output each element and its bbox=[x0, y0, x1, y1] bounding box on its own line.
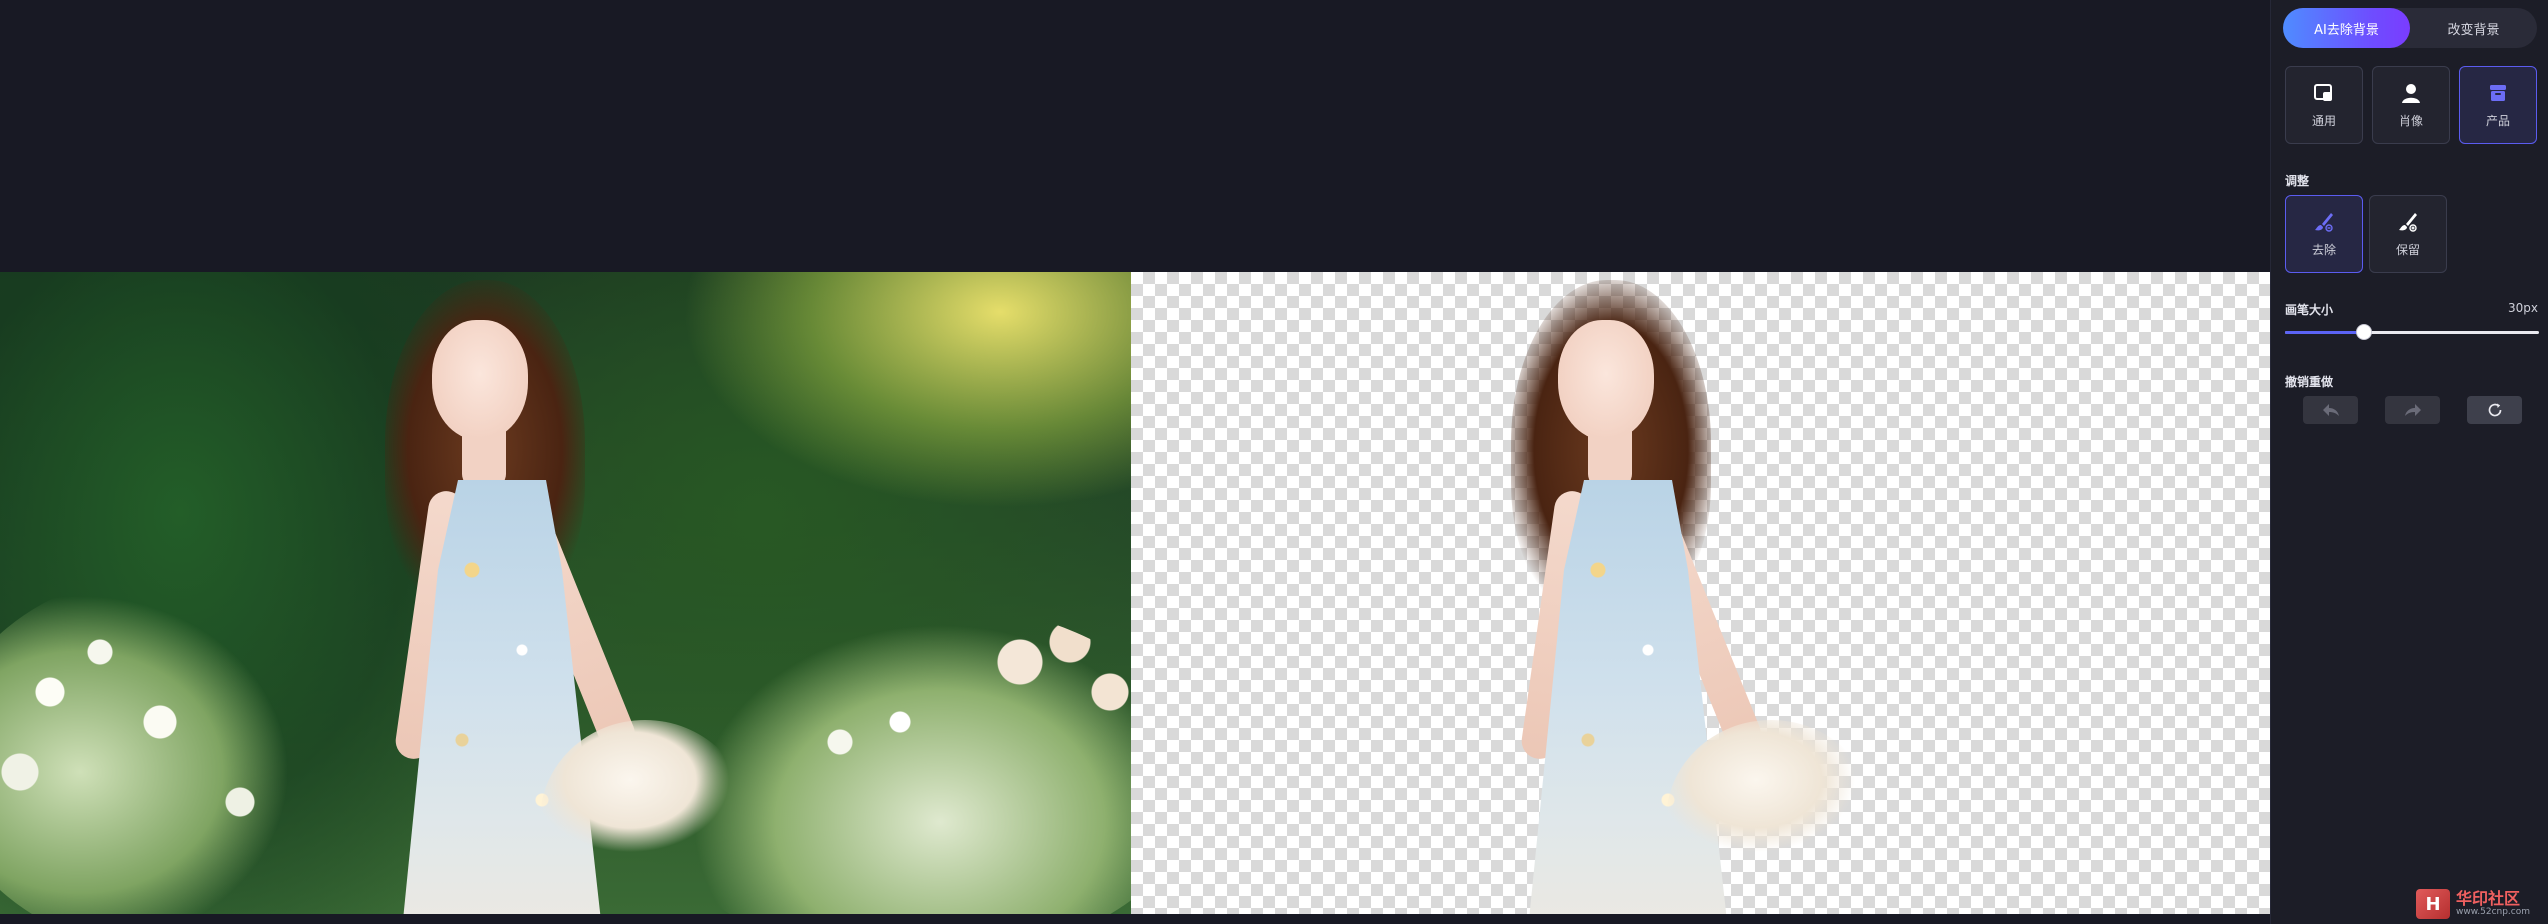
result-image-transparent[interactable] bbox=[1131, 272, 2270, 914]
brush-keep-icon bbox=[2399, 212, 2417, 232]
site-watermark: H 华印社区 www.52cnp.com bbox=[2416, 884, 2548, 924]
skirt-flare bbox=[1666, 720, 1876, 914]
product-icon bbox=[2490, 84, 2506, 101]
canvas-bottom-strip bbox=[0, 914, 2270, 924]
face bbox=[432, 320, 528, 440]
brush-size-slider[interactable] bbox=[2285, 325, 2539, 339]
image-general-icon bbox=[2314, 83, 2332, 101]
mode-portrait-label: 肖像 bbox=[2398, 113, 2423, 128]
brush-erase-button[interactable]: 去除 bbox=[2285, 195, 2363, 273]
slider-thumb[interactable] bbox=[2357, 325, 2371, 339]
brush-erase-label: 去除 bbox=[2311, 242, 2336, 257]
undo-button[interactable] bbox=[2303, 396, 2358, 424]
watermark-title: 华印社区 bbox=[2456, 889, 2521, 909]
face bbox=[1558, 320, 1654, 440]
mode-general-label: 通用 bbox=[2311, 113, 2336, 128]
brush-keep-label: 保留 bbox=[2395, 242, 2420, 257]
slider-fill bbox=[2285, 331, 2364, 334]
canvas-area bbox=[0, 0, 2270, 924]
watermark-text: 华印社区 www.52cnp.com bbox=[2456, 890, 2530, 917]
history-title: 撤销重做 bbox=[2285, 375, 2334, 389]
preview-strip bbox=[0, 272, 2270, 914]
mode-product-button[interactable]: 产品 bbox=[2459, 66, 2537, 144]
brush-size-title: 画笔大小 bbox=[2285, 303, 2334, 317]
tab-ai-remove-background[interactable]: AI去除背景 bbox=[2283, 8, 2410, 48]
reset-button[interactable] bbox=[2467, 396, 2522, 424]
mode-portrait-button[interactable]: 肖像 bbox=[2372, 66, 2450, 144]
undo-icon bbox=[2322, 404, 2339, 416]
mode-general-button[interactable]: 通用 bbox=[2285, 66, 2363, 144]
portrait-icon bbox=[2402, 83, 2420, 103]
adjust-title: 调整 bbox=[2285, 174, 2310, 188]
control-sidebar: AI去除背景 改变背景 通用 肖像 产品 调整 去除 保留 画笔大小 30px … bbox=[2270, 0, 2548, 924]
subject-mode-group: 通用 肖像 产品 bbox=[2285, 66, 2537, 144]
reset-icon bbox=[2488, 403, 2501, 417]
mode-tabs: AI去除背景 改变背景 bbox=[2283, 8, 2537, 48]
redo-icon bbox=[2404, 404, 2421, 416]
watermark-url: www.52cnp.com bbox=[2456, 906, 2531, 917]
brush-keep-button[interactable]: 保留 bbox=[2369, 195, 2447, 273]
cutout-figure bbox=[1466, 280, 1946, 914]
brush-erase-icon bbox=[2315, 212, 2333, 232]
original-image[interactable] bbox=[0, 272, 1131, 914]
brush-mode-group: 去除 保留 bbox=[2285, 195, 2447, 273]
app-window: AI去除背景 改变背景 通用 肖像 产品 调整 去除 保留 画笔大小 30px … bbox=[0, 0, 2548, 924]
mode-product-label: 产品 bbox=[2485, 113, 2510, 128]
history-controls bbox=[2303, 396, 2522, 424]
tab-change-background[interactable]: 改变背景 bbox=[2410, 8, 2537, 48]
watermark-logo: H bbox=[2416, 889, 2450, 919]
redo-button[interactable] bbox=[2385, 396, 2440, 424]
brush-size-value: 30px bbox=[2508, 301, 2538, 315]
